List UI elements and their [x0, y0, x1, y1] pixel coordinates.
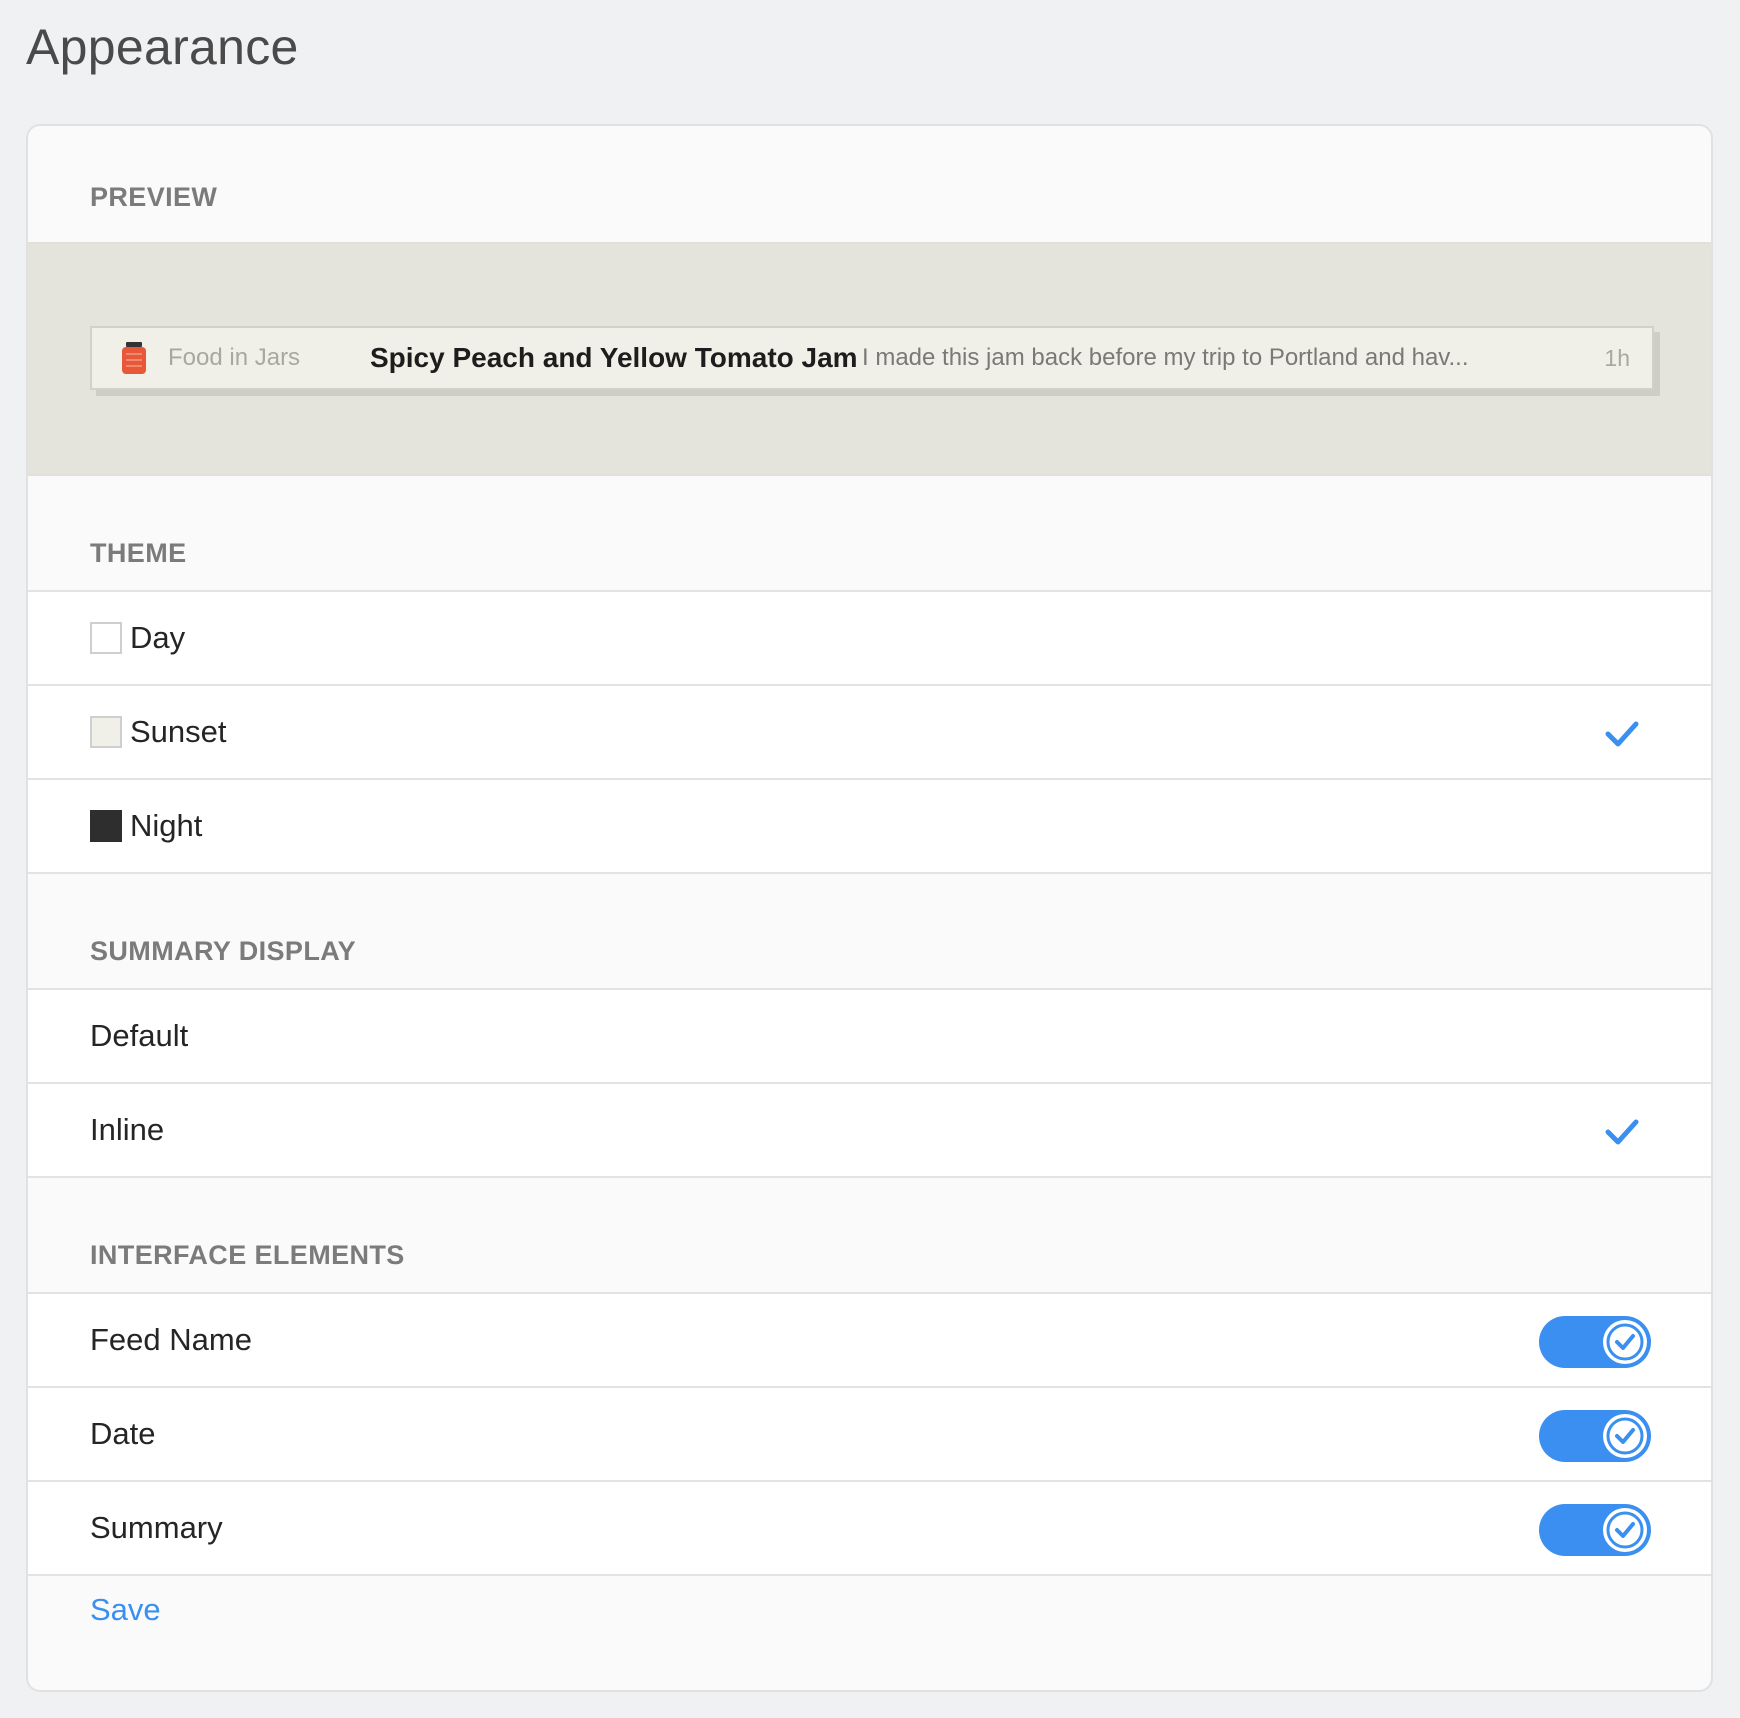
summary-option-label: Default	[90, 1018, 189, 1053]
check-circle-icon	[1606, 1511, 1644, 1549]
preview-article-time: 1h	[1604, 344, 1630, 371]
toggle-knob	[1603, 1508, 1647, 1552]
theme-option-label: Night	[130, 808, 203, 843]
summary-toggle[interactable]	[1539, 1504, 1651, 1556]
theme-heading: THEME	[90, 538, 187, 568]
check-circle-icon	[1606, 1417, 1644, 1455]
preview-heading: PREVIEW	[90, 182, 218, 212]
page-title: Appearance	[26, 19, 299, 75]
toggle-row-date: Date	[28, 1388, 1711, 1482]
preview-article-row: Food in Jars Spicy Peach and Yellow Toma…	[90, 326, 1654, 390]
toggle-label: Date	[90, 1416, 156, 1451]
checkmark-icon	[1605, 1119, 1639, 1145]
checkmark-icon	[1605, 721, 1639, 747]
summary-option-label: Inline	[90, 1112, 165, 1147]
toggle-row-feed-name: Feed Name	[28, 1294, 1711, 1388]
date-toggle[interactable]	[1539, 1410, 1651, 1462]
theme-option-label: Day	[130, 620, 186, 655]
preview-area: Food in Jars Spicy Peach and Yellow Toma…	[28, 242, 1711, 476]
day-swatch	[90, 622, 122, 654]
toggle-knob	[1603, 1414, 1647, 1458]
summary-display-heading: SUMMARY DISPLAY	[90, 936, 357, 966]
toggle-knob	[1603, 1320, 1647, 1364]
check-circle-icon	[1606, 1323, 1644, 1361]
night-swatch	[90, 810, 122, 842]
preview-feed-name: Food in Jars	[168, 344, 301, 371]
toggle-label: Summary	[90, 1510, 223, 1545]
preview-article-summary: I made this jam back before my trip to P…	[862, 344, 1469, 371]
theme-option-day[interactable]: Day	[28, 592, 1711, 686]
toggle-row-summary: Summary	[28, 1482, 1711, 1576]
theme-list: Day Sunset Night	[28, 590, 1711, 874]
feed-name-toggle[interactable]	[1539, 1316, 1651, 1368]
theme-option-sunset[interactable]: Sunset	[28, 686, 1711, 780]
interface-elements-list: Feed Name Date Summary	[28, 1292, 1711, 1576]
summary-option-default[interactable]: Default	[28, 990, 1711, 1084]
save-button[interactable]: Save	[90, 1592, 161, 1628]
settings-card: PREVIEW Food in Jars Spicy Peach and Yel…	[26, 124, 1713, 1692]
summary-option-inline[interactable]: Inline	[28, 1084, 1711, 1178]
preview-article-title: Spicy Peach and Yellow Tomato Jam	[370, 342, 858, 373]
theme-option-night[interactable]: Night	[28, 780, 1711, 874]
toggle-label: Feed Name	[90, 1322, 252, 1357]
theme-option-label: Sunset	[130, 714, 227, 749]
summary-display-list: Default Inline	[28, 988, 1711, 1178]
interface-elements-heading: INTERFACE ELEMENTS	[90, 1240, 405, 1270]
sunset-swatch	[90, 716, 122, 748]
jar-icon	[122, 342, 146, 374]
